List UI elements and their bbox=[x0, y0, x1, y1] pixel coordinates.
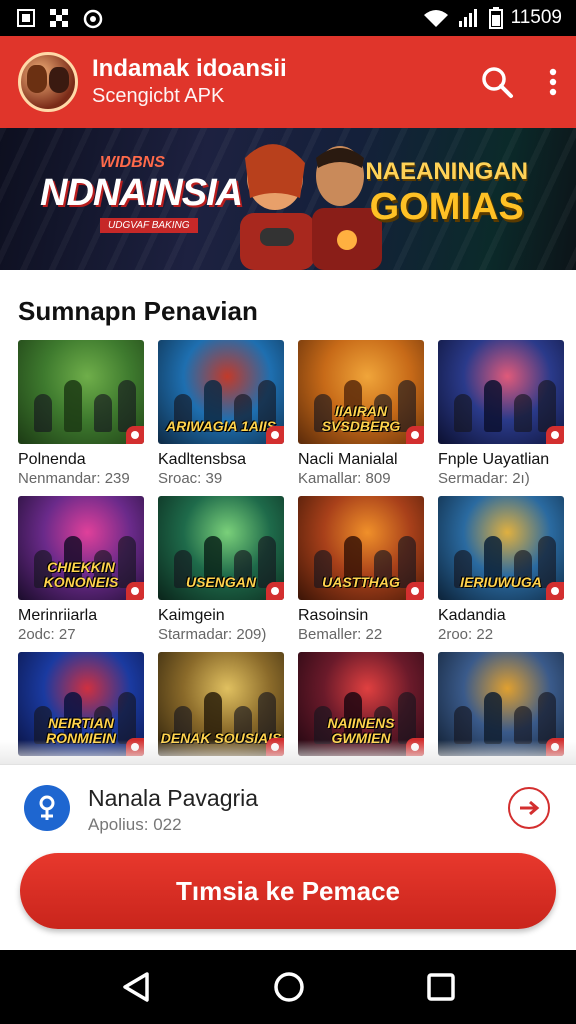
game-meta: 2odc: 27 bbox=[18, 626, 76, 643]
app-bar: Indamak idoansii Scengicbt APK bbox=[0, 36, 576, 128]
more-vert-icon[interactable] bbox=[548, 67, 558, 97]
signal-icon bbox=[458, 9, 477, 27]
game-thumbnail[interactable] bbox=[438, 340, 564, 444]
back-icon[interactable] bbox=[121, 971, 151, 1003]
game-thumbnail[interactable]: ARIWAGIA 1AIIS bbox=[158, 340, 284, 444]
game-thumbnail[interactable]: IIAIRAN SVSDBERG bbox=[298, 340, 424, 444]
game-art-figure bbox=[514, 394, 532, 432]
status-bar: 11509 bbox=[0, 0, 576, 36]
game-card[interactable]: Fnple Uayatlian Sermadar: 2ı) bbox=[438, 340, 564, 496]
corner-badge-icon bbox=[546, 582, 564, 600]
banner-right-line2: GOMIAS bbox=[369, 186, 524, 228]
game-card[interactable]: UASTTHAG Rasoinsin Bemaller: 22 bbox=[298, 496, 424, 652]
game-card[interactable]: Polnenda Nenmandar: 239 bbox=[18, 340, 144, 496]
game-art-figure bbox=[454, 706, 472, 744]
open-arrow-button[interactable] bbox=[508, 787, 550, 829]
game-card[interactable]: USENGAN Kaimgein Starmadar: 209) bbox=[158, 496, 284, 652]
game-thumbnail[interactable]: USENGAN bbox=[158, 496, 284, 600]
corner-badge-icon bbox=[266, 582, 284, 600]
game-meta: Nenmandar: 239 bbox=[18, 470, 130, 487]
banner-right-logo: NAEANINGAN GOMIAS bbox=[365, 158, 528, 229]
corner-badge-icon bbox=[546, 426, 564, 444]
corner-badge-icon bbox=[126, 426, 144, 444]
game-art-figure bbox=[538, 692, 556, 744]
gallery-icon bbox=[17, 9, 35, 27]
game-title: Merinriiarla bbox=[18, 607, 98, 624]
game-card[interactable]: ARIWAGIA 1AIIS Kadltensbsa Sroac: 39 bbox=[158, 340, 284, 496]
game-art-figure bbox=[64, 380, 82, 432]
corner-badge-icon bbox=[406, 426, 424, 444]
game-art-figure bbox=[34, 394, 52, 432]
section-title: Sumnapn Penavian bbox=[18, 296, 258, 326]
game-card[interactable]: IIAIRAN SVSDBERG Nacli Manialal Kamallar: … bbox=[298, 340, 424, 496]
now-playing-title: Nanala Pavagria bbox=[88, 785, 259, 811]
now-playing-icon bbox=[24, 785, 70, 831]
game-title: Polnenda bbox=[18, 451, 86, 468]
game-meta: Sermadar: 2ı) bbox=[438, 470, 530, 487]
recents-icon[interactable] bbox=[427, 973, 455, 1001]
game-meta: Bemaller: 22 bbox=[298, 626, 383, 643]
game-art-figure bbox=[454, 394, 472, 432]
app-actions bbox=[480, 65, 558, 99]
scroll-fade bbox=[0, 740, 576, 766]
game-meta: Sroac: 39 bbox=[158, 470, 223, 487]
game-art-caption: CHIEKKIN KONONEIS bbox=[43, 559, 119, 590]
arrow-right-icon bbox=[520, 800, 540, 816]
banner-tag: WIDBNS bbox=[100, 154, 165, 171]
game-title: Rasoinsin bbox=[298, 607, 369, 624]
status-right: 11509 bbox=[423, 7, 562, 29]
corner-badge-icon bbox=[406, 582, 424, 600]
game-art-figure bbox=[514, 706, 532, 744]
app-subtitle: Scengicbt APK bbox=[92, 85, 225, 107]
game-thumbnail[interactable]: CHIEKKIN KONONEIS bbox=[18, 496, 144, 600]
game-art-figure bbox=[118, 380, 136, 432]
app-titles: Indamak idoansii Scengicbt APK bbox=[92, 55, 480, 109]
corner-badge-icon bbox=[266, 426, 284, 444]
system-nav-bar bbox=[0, 950, 576, 1024]
game-art-caption: USENGAN bbox=[185, 574, 256, 590]
game-art-caption: UASTTHAG bbox=[322, 574, 400, 590]
game-art-figure bbox=[538, 380, 556, 432]
game-art-figure bbox=[94, 394, 112, 432]
game-meta: 2roo: 22 bbox=[438, 626, 494, 643]
search-icon[interactable] bbox=[480, 65, 514, 99]
game-art-caption: IERIUWUGA bbox=[460, 574, 542, 590]
game-card[interactable]: CHIEKKIN KONONEIS Merinriiarla 2odc: 27 bbox=[18, 496, 144, 652]
game-card[interactable]: IERIUWUGA Kadandia 2roo: 22 bbox=[438, 496, 564, 652]
promo-banner[interactable]: WIDBNS NDNAINSIA UDGVAF BAKING NAEANINGA… bbox=[0, 128, 576, 270]
game-title: Nacli Manialal bbox=[298, 451, 398, 468]
corner-badge-icon bbox=[126, 582, 144, 600]
game-title: Kadltensbsa bbox=[158, 451, 247, 468]
app-avatar[interactable] bbox=[18, 52, 78, 112]
banner-small: UDGVAF BAKING bbox=[100, 218, 198, 233]
now-playing-sheet: Nanala Pavagria Apolius: 022 Tımsia ke P… bbox=[0, 764, 576, 950]
wifi-icon bbox=[423, 10, 448, 27]
battery-icon bbox=[488, 7, 503, 29]
games-grid: Polnenda Nenmandar: 239 ARIWAGIA 1AIIS Kadl… bbox=[18, 340, 564, 808]
game-art-caption: ARIWAGIA 1AIIS bbox=[166, 418, 276, 434]
banner-left-logo: WIDBNS NDNAINSIA UDGVAF BAKING bbox=[40, 154, 243, 233]
game-art-caption: IIAIRAN SVSDBERG bbox=[321, 403, 401, 434]
clock: 11509 bbox=[510, 7, 562, 28]
game-title: Kadandia bbox=[438, 607, 506, 624]
game-thumbnail[interactable]: UASTTHAG bbox=[298, 496, 424, 600]
settings-dots-icon bbox=[50, 9, 68, 27]
now-playing-subtitle: Apolius: 022 bbox=[88, 815, 182, 834]
game-meta: Starmadar: 209) bbox=[158, 626, 267, 643]
alarm-icon bbox=[83, 9, 103, 29]
game-meta: Kamallar: 809 bbox=[298, 470, 391, 487]
game-thumbnail[interactable] bbox=[18, 340, 144, 444]
banner-right-line1: NAEANINGAN bbox=[365, 158, 528, 185]
banner-word: NDNAINSIA bbox=[40, 172, 243, 214]
game-art-figure bbox=[484, 380, 502, 432]
game-art-figure bbox=[484, 692, 502, 744]
status-left bbox=[16, 7, 104, 29]
app-title: Indamak idoansii bbox=[92, 55, 287, 82]
game-title: Fnple Uayatlian bbox=[438, 451, 550, 468]
home-icon[interactable] bbox=[273, 971, 305, 1003]
game-thumbnail[interactable]: IERIUWUGA bbox=[438, 496, 564, 600]
game-title: Kaimgein bbox=[158, 607, 225, 624]
primary-action-button[interactable]: Tımsia ke Pemace bbox=[20, 853, 556, 929]
